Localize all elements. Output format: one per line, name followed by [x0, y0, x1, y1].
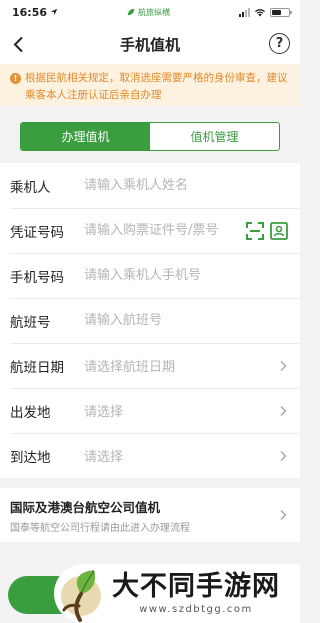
watermark-url: www.szdbtgg.com: [139, 604, 253, 615]
id-number-label: 凭证号码: [10, 224, 64, 241]
chevron-left-icon: [13, 36, 23, 52]
chevron-right-icon: [280, 509, 287, 521]
tab-checkin[interactable]: 办理值机: [21, 123, 150, 150]
form-row-arrival[interactable]: 到达地 请选择: [0, 433, 300, 478]
phone-input[interactable]: [84, 268, 288, 283]
departure-label: 出发地: [10, 404, 51, 421]
bottom-area: 大不同手游网 www.szdbtgg.com: [0, 562, 300, 623]
help-icon: ?: [275, 36, 284, 51]
id-card-icon[interactable]: [270, 221, 288, 240]
form-row-flight-date[interactable]: 航班日期 请选择航班日期: [0, 343, 300, 388]
scan-tools: [246, 221, 288, 240]
form-row-departure[interactable]: 出发地 请选择: [0, 388, 300, 433]
leaf-logo-icon: [127, 8, 135, 16]
international-checkin-entry[interactable]: 国际及港澳台航空公司值机 国泰等航空公司行程请由此进入办理流程: [0, 488, 300, 542]
form-row-flight-number: 航班号: [0, 298, 300, 343]
departure-select[interactable]: 请选择: [84, 401, 278, 420]
watermark-title: 大不同手游网: [112, 571, 280, 602]
arrival-select[interactable]: 请选择: [84, 446, 278, 465]
flight-number-input[interactable]: [84, 313, 288, 328]
location-arrow-icon: [50, 8, 58, 16]
form-row-phone: 手机号码: [0, 253, 300, 298]
watermark-overlay: 大不同手游网 www.szdbtgg.com: [54, 564, 300, 623]
notice-text: 根据民航相关规定，取消选座需要严格的身份审查，建议乘客本人注册认证后亲自办理: [25, 72, 288, 101]
arrival-label: 到达地: [10, 449, 51, 466]
carrier-name: 航旅纵横: [138, 7, 170, 17]
status-carrier: 航旅纵横: [127, 7, 170, 18]
chevron-right-icon: [280, 450, 287, 461]
nav-bar: 手机值机 ?: [0, 24, 300, 64]
wifi-icon: [254, 8, 265, 16]
status-bar: 16:56 航旅纵横: [0, 0, 300, 24]
international-title: 国际及港澳台航空公司值机: [10, 499, 161, 515]
status-indicators: [238, 7, 292, 17]
notice-banner: ! 根据民航相关规定，取消选座需要严格的身份审查，建议乘客本人注册认证后亲自办理: [0, 64, 300, 106]
signal-icon: [238, 7, 250, 17]
passenger-label: 乘机人: [10, 179, 51, 196]
page-title: 手机值机: [119, 35, 180, 54]
warning-icon: !: [10, 73, 21, 84]
form-row-passenger: 乘机人: [0, 163, 300, 208]
back-button[interactable]: [6, 32, 30, 56]
segmented-tabs: 办理值机 值机管理: [20, 122, 280, 151]
status-time-group: 16:56: [12, 6, 58, 19]
form-row-id-number: 凭证号码: [0, 208, 300, 253]
passenger-name-input[interactable]: [84, 178, 288, 193]
flight-number-label: 航班号: [10, 314, 51, 331]
id-number-input[interactable]: [84, 223, 242, 238]
status-time: 16:56: [12, 5, 48, 19]
flight-date-select[interactable]: 请选择航班日期: [84, 356, 278, 375]
checkin-form: 乘机人 凭证号码 手机号码 航班号 航班日期 请选择航班日期 出发地: [0, 163, 300, 478]
tab-checkin-management[interactable]: 值机管理: [150, 123, 279, 150]
tabs-container: 办理值机 值机管理: [0, 106, 300, 163]
international-subtitle: 国泰等航空公司行程请由此进入办理流程: [10, 522, 190, 534]
watermark-logo-icon: [61, 569, 101, 622]
phone-label: 手机号码: [10, 269, 64, 286]
scan-icon[interactable]: [246, 221, 264, 240]
chevron-right-icon: [280, 360, 287, 371]
international-text: 国际及港澳台航空公司值机 国泰等航空公司行程请由此进入办理流程: [10, 497, 278, 534]
flight-date-label: 航班日期: [10, 359, 64, 376]
help-button[interactable]: ?: [269, 33, 290, 54]
watermark-text: 大不同手游网 www.szdbtgg.com: [112, 571, 280, 616]
battery-icon: [269, 7, 292, 17]
chevron-right-icon: [280, 405, 287, 416]
